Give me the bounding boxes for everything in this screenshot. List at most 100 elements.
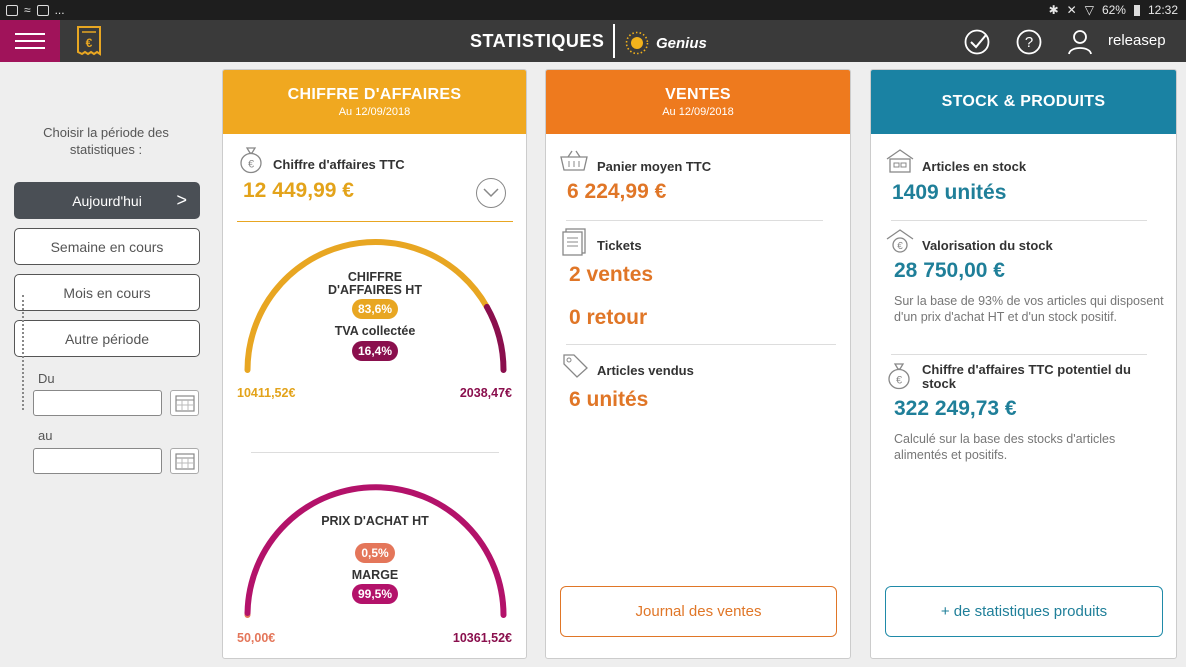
- valorisation-label: Valorisation du stock: [922, 238, 1053, 253]
- tickets-returns: 0 retour: [569, 306, 648, 329]
- journal-ventes-button[interactable]: Journal des ventes: [560, 586, 837, 637]
- gauge2-label1: PRIX D'ACHAT HT: [321, 514, 429, 528]
- ventes-divider-2: [566, 344, 836, 345]
- period-today-label: Aujourd'hui: [72, 192, 142, 209]
- stats-produits-button[interactable]: + de statistiques produits: [885, 586, 1163, 637]
- period-label: Choisir la période des statistiques :: [43, 125, 169, 157]
- valorisation-value: 28 750,00 €: [894, 259, 1005, 282]
- to-date-input[interactable]: [33, 448, 162, 474]
- gauge-arc-tva: [483, 303, 507, 373]
- wifi-icon: ▽: [1084, 3, 1094, 17]
- tickets-label: Tickets: [597, 238, 642, 253]
- gauge2-pct2: 99,5%: [352, 584, 398, 604]
- period-custom-button[interactable]: Autre période: [14, 320, 200, 357]
- from-calendar-button[interactable]: [170, 390, 199, 416]
- user-button[interactable]: [1066, 28, 1094, 56]
- user-name[interactable]: releasep: [1108, 32, 1166, 49]
- articles-stock-label: Articles en stock: [922, 159, 1027, 174]
- svg-text:€: €: [897, 241, 903, 252]
- card-ventes: VENTES Au 12/09/2018 Panier moyen TTC 6 …: [545, 69, 851, 659]
- svg-text:€: €: [896, 375, 902, 387]
- gauge1-right-value: 2038,47€: [459, 386, 512, 400]
- user-icon: [1068, 30, 1092, 55]
- gauge2-left-value: 50,00€: [237, 631, 276, 645]
- battery-icon: [1133, 4, 1140, 16]
- battery-level: 62%: [1101, 3, 1126, 17]
- brand-logo: Genius: [624, 30, 707, 56]
- custom-period-connector: [22, 295, 24, 410]
- ca-potentiel-note: Calculé sur la base des stocks d'article…: [894, 432, 1116, 462]
- ca-ttc-value: 12 449,99 €: [243, 179, 354, 202]
- stock-value-icon: €: [886, 229, 914, 253]
- money-bag-icon: €: [240, 147, 262, 174]
- ca-ttc-label: Chiffre d'affaires TTC: [273, 157, 405, 172]
- more-notifications: ...: [54, 3, 65, 17]
- panier-value: 6 224,99 €: [567, 180, 667, 203]
- stock-header: STOCK & PRODUITS: [871, 70, 1176, 134]
- period-custom-label: Autre période: [64, 330, 150, 347]
- to-calendar-button[interactable]: [170, 448, 199, 474]
- stock-divider-1: [891, 220, 1147, 221]
- gauge1-label1: CHIFFRE D'AFFAIRES HT: [328, 270, 422, 297]
- gauge1-left-value: 10411,52€: [237, 386, 296, 400]
- help-icon: ?: [1016, 29, 1042, 55]
- mute-icon: ✕: [1066, 3, 1077, 17]
- articles-vendus-label: Articles vendus: [597, 363, 694, 378]
- receipt-euro-icon: €: [77, 26, 101, 56]
- brand-name: Genius: [656, 34, 707, 52]
- tasks-button[interactable]: [963, 28, 991, 56]
- calendar-icon: [174, 395, 195, 412]
- app-notification-icon: [36, 4, 49, 16]
- receipt-button[interactable]: €: [60, 20, 118, 62]
- card-stock-produits: STOCK & PRODUITS Articles en stock 1409 …: [870, 69, 1177, 659]
- money-bag-icon: €: [888, 363, 910, 390]
- gauge2-right-value: 10361,52€: [452, 631, 512, 645]
- header-divider: [613, 24, 615, 58]
- ca-potentiel-value: 322 249,73 €: [894, 397, 1017, 420]
- gauge1-label2: TVA collectée: [334, 324, 416, 338]
- warehouse-icon: [886, 149, 914, 173]
- svg-text:?: ?: [1025, 34, 1033, 51]
- from-date-input[interactable]: [33, 390, 162, 416]
- period-today-button[interactable]: Aujourd'hui >: [14, 182, 200, 219]
- period-month-button[interactable]: Mois en cours: [14, 274, 200, 311]
- bluetooth-icon: ✱: [1048, 3, 1059, 17]
- to-label: au: [38, 428, 53, 443]
- chevron-right-icon: >: [176, 190, 187, 210]
- card-chiffre-affaires: CHIFFRE D'AFFAIRES Au 12/09/2018 € Chiff…: [222, 69, 527, 659]
- panier-label: Panier moyen TTC: [597, 159, 712, 174]
- articles-vendus-value: 6 unités: [569, 388, 649, 411]
- ca-date: Au 12/09/2018: [338, 106, 411, 118]
- chevron-down-icon: [483, 188, 499, 198]
- wireless-notification-icon: ≈: [24, 3, 31, 17]
- period-sidebar: Choisir la période des statistiques : Au…: [0, 62, 214, 667]
- ca-title: CHIFFRE D'AFFAIRES: [287, 86, 462, 103]
- help-button[interactable]: ?: [1015, 28, 1043, 56]
- ventes-header: VENTES Au 12/09/2018: [546, 70, 850, 134]
- tickets-sales: 2 ventes: [569, 263, 654, 286]
- stock-divider-2: [891, 354, 1147, 355]
- menu-button[interactable]: [0, 20, 60, 62]
- basket-icon: [560, 150, 588, 171]
- app-header: € STATISTIQUES Genius ? releasep: [0, 20, 1186, 62]
- calendar-icon: [174, 453, 195, 470]
- from-label: Du: [38, 371, 55, 386]
- gauge2-label2: MARGE: [351, 568, 399, 582]
- expand-details-button[interactable]: [476, 178, 506, 208]
- period-month-label: Mois en cours: [63, 284, 151, 301]
- system-status-bar: ≈ ... ✱ ✕ ▽ 62% 12:32: [0, 0, 1186, 20]
- check-circle-icon: [964, 29, 990, 55]
- period-week-button[interactable]: Semaine en cours: [14, 228, 200, 265]
- ventes-date: Au 12/09/2018: [662, 106, 734, 118]
- image-notification-icon: [6, 4, 18, 16]
- valorisation-note: Sur la base de 93% de vos articles qui d…: [894, 294, 1164, 324]
- period-week-label: Semaine en cours: [50, 238, 164, 255]
- ventes-title: VENTES: [665, 86, 731, 103]
- gauge2-pct1: 0,5%: [355, 543, 395, 563]
- articles-stock-value: 1409 unités: [892, 181, 1007, 204]
- tickets-icon: [562, 228, 586, 256]
- ca-potentiel-label: Chiffre d'affaires TTC potentiel du stoc…: [922, 362, 1131, 391]
- ventes-divider-1: [566, 220, 823, 221]
- stock-title: STOCK & PRODUITS: [941, 93, 1106, 110]
- page-title: STATISTIQUES: [470, 31, 605, 51]
